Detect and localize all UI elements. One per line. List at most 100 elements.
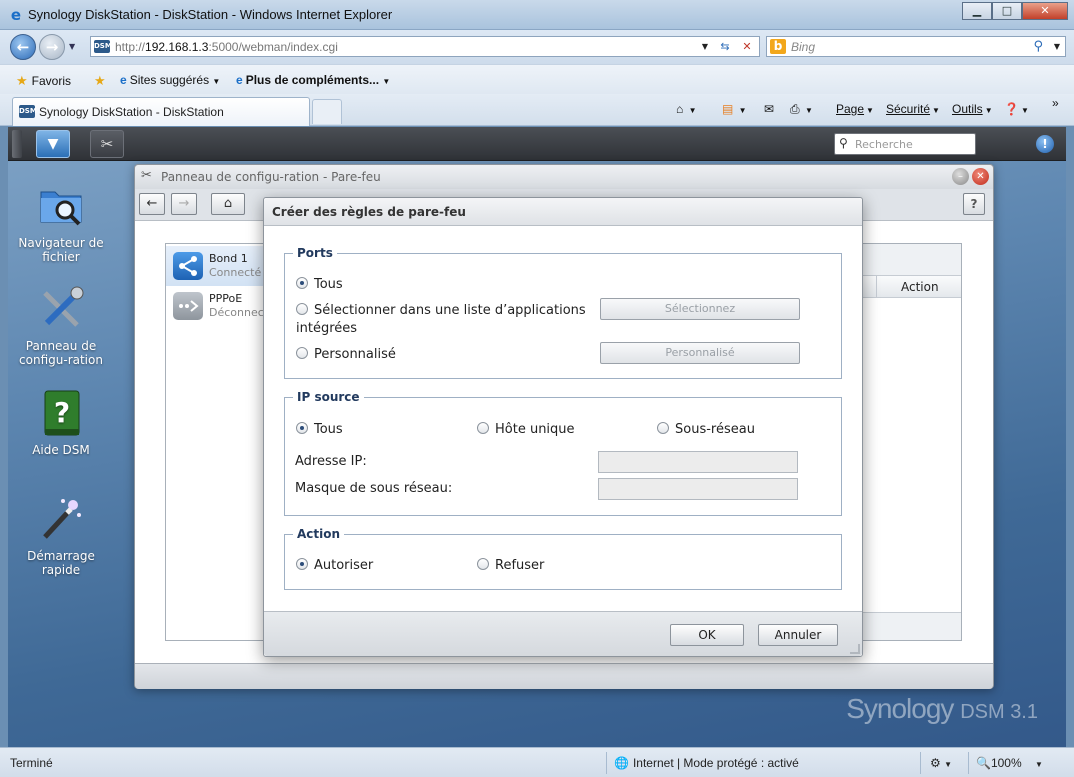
back-button[interactable]: ← (10, 34, 36, 60)
ports-legend: Ports (293, 246, 337, 260)
chevron-more-icon[interactable]: » (1052, 96, 1059, 110)
close-window-button[interactable]: ✕ (972, 168, 989, 185)
source-all-radio[interactable]: Tous (296, 422, 343, 437)
ports-all-radio[interactable]: Tous (296, 277, 343, 292)
globe-icon: 🌐 (614, 756, 629, 770)
dsm-search-placeholder: Recherche (855, 138, 913, 151)
search-box[interactable]: b Bing ⚲ ▼ (766, 36, 1066, 57)
ie-title-bar: e Synology DiskStation - DiskStation - W… (0, 0, 1074, 30)
ports-custom-radio[interactable]: Personnalisé (296, 347, 396, 362)
security-zone[interactable]: 🌐 Internet | Mode protégé : activé (614, 756, 799, 770)
tools-icon (37, 285, 85, 333)
settings-status-icon[interactable]: ⚙ ▼ (930, 756, 952, 770)
desktop-icon-control-panel[interactable]: Panneau de configu-ration (16, 285, 106, 367)
dialog-title: Créer des règles de pare-feu (272, 205, 466, 219)
back-nav-button[interactable]: ← (139, 193, 165, 215)
ip-address-input[interactable] (598, 451, 798, 473)
source-subnet-radio[interactable]: Sous-réseau (657, 422, 755, 437)
interface-item-pppoe[interactable]: PPPoE Déconnecté (166, 286, 264, 326)
home-nav-button[interactable]: ⌂ (211, 193, 245, 215)
column-action[interactable]: Action (901, 280, 939, 294)
forward-nav-button[interactable]: → (171, 193, 197, 215)
desktop-icon-quick-start[interactable]: Démarrage rapide (16, 495, 106, 577)
dsm-favicon-icon: DSM (19, 105, 37, 118)
bing-logo-icon: b (770, 39, 786, 54)
compat-view-icon[interactable]: ⇆ (715, 38, 735, 55)
dsm-favicon-icon: DSM (94, 40, 112, 53)
desktop-icon-label: Démarrage rapide (27, 549, 95, 577)
dsm-taskbar: ▼ ✂ ⚲ Recherche ! (8, 127, 1066, 161)
rules-grid: Action (860, 243, 962, 641)
favorites-button[interactable]: ★ Favoris (16, 73, 71, 89)
action-allow-radio[interactable]: Autoriser (296, 558, 373, 573)
history-dropdown-icon[interactable]: ▼ (69, 42, 75, 51)
desktop-icon-file-browser[interactable]: Navigateur de fichier (16, 182, 106, 264)
minimize-window-button[interactable]: – (952, 168, 969, 185)
print-button[interactable]: ⎙ ▼ (790, 102, 813, 117)
dialog-header: Créer des règles de pare-feu (264, 198, 862, 226)
search-options-icon[interactable]: ▼ (1054, 42, 1060, 51)
control-panel-taskbar-button[interactable]: ✂ (90, 130, 124, 158)
radio-unchecked-icon (296, 347, 308, 359)
tools-icon: ✂ (141, 168, 152, 183)
pppoe-icon (173, 292, 203, 320)
tab-dsm[interactable]: DSM Synology DiskStation - DiskStation (12, 97, 310, 126)
main-menu-button[interactable]: ▼ (36, 130, 70, 158)
tab-bar: DSM Synology DiskStation - DiskStation ⌂… (0, 94, 1074, 126)
resize-grip-icon[interactable] (850, 644, 860, 654)
security-menu[interactable]: Sécurité ▼ (886, 102, 940, 116)
svg-text:?: ? (54, 396, 70, 429)
status-separator (968, 752, 969, 774)
help-button[interactable]: ? (963, 193, 985, 215)
desktop-icon-label: Panneau de configu-ration (19, 339, 103, 367)
help-book-icon: ? (37, 389, 85, 437)
column-spacer (861, 276, 877, 297)
ports-list-radio[interactable]: Sélectionner dans une liste d’applicatio… (296, 303, 586, 318)
interface-item-bond1[interactable]: Bond 1 Connecté (166, 246, 264, 286)
subnet-mask-input[interactable] (598, 478, 798, 500)
more-addons-link[interactable]: e Plus de compléments... ▼ (236, 73, 390, 87)
source-single-host-radio[interactable]: Hôte unique (477, 422, 575, 437)
notification-icon[interactable]: ! (1036, 135, 1054, 153)
cancel-button[interactable]: Annuler (758, 624, 838, 646)
feeds-button[interactable]: ▤ ▼ (722, 102, 747, 116)
radio-unchecked-icon (657, 422, 669, 434)
new-tab-button[interactable] (312, 99, 342, 124)
suggested-sites-link[interactable]: e Sites suggérés ▼ (120, 73, 220, 87)
minimize-button[interactable]: ▁ (962, 2, 992, 20)
subnet-mask-label: Masque de sous réseau: (295, 481, 453, 496)
help-menu-icon[interactable]: ❓ ▼ (1004, 102, 1029, 116)
favorites-star-icon: ★ (16, 73, 28, 88)
control-panel-title: Panneau de configu-ration - Pare-feu (161, 170, 381, 184)
dialog-footer: OK Annuler (264, 611, 862, 656)
forward-button[interactable]: → (39, 34, 65, 60)
folder-search-icon (37, 182, 85, 230)
mail-icon[interactable]: ✉ (764, 102, 774, 116)
desktop-icon-dsm-help[interactable]: ? Aide DSM (16, 389, 106, 457)
select-apps-button[interactable]: Sélectionnez (600, 298, 800, 320)
maximize-button[interactable]: □ (992, 2, 1022, 20)
radio-checked-icon (296, 558, 308, 570)
ok-button[interactable]: OK (670, 624, 744, 646)
stop-icon[interactable]: ✕ (737, 38, 757, 55)
magic-wand-icon (37, 495, 85, 543)
add-favorite-icon[interactable]: ★ (94, 73, 110, 89)
radio-checked-icon (296, 277, 308, 289)
home-button[interactable]: ⌂ ▼ (676, 102, 697, 116)
url-field[interactable]: DSM http://192.168.1.3:5000/webman/index… (90, 36, 760, 57)
search-icon[interactable]: ⚲ (1033, 39, 1043, 54)
zoom-level[interactable]: 🔍100% ▼ (976, 756, 1043, 770)
source-ip-legend: IP source (293, 390, 364, 404)
tab-label: Synology DiskStation - DiskStation (39, 105, 224, 119)
url-dropdown-icon[interactable]: ▼ (695, 38, 715, 55)
desktop-icon-label: Navigateur de fichier (18, 236, 104, 264)
action-deny-radio[interactable]: Refuser (477, 558, 544, 573)
page-menu[interactable]: Page ▼ (836, 102, 874, 116)
tools-menu[interactable]: Outils ▼ (952, 102, 993, 116)
source-ip-fieldset: IP source Tous Hôte unique Sous-réseau A… (284, 390, 842, 516)
dsm-search-field[interactable]: ⚲ Recherche (834, 133, 976, 155)
radio-checked-icon (296, 422, 308, 434)
custom-ports-button[interactable]: Personnalisé (600, 342, 800, 364)
radio-unchecked-icon (296, 303, 308, 315)
close-window-button[interactable]: ✕ (1022, 2, 1068, 20)
